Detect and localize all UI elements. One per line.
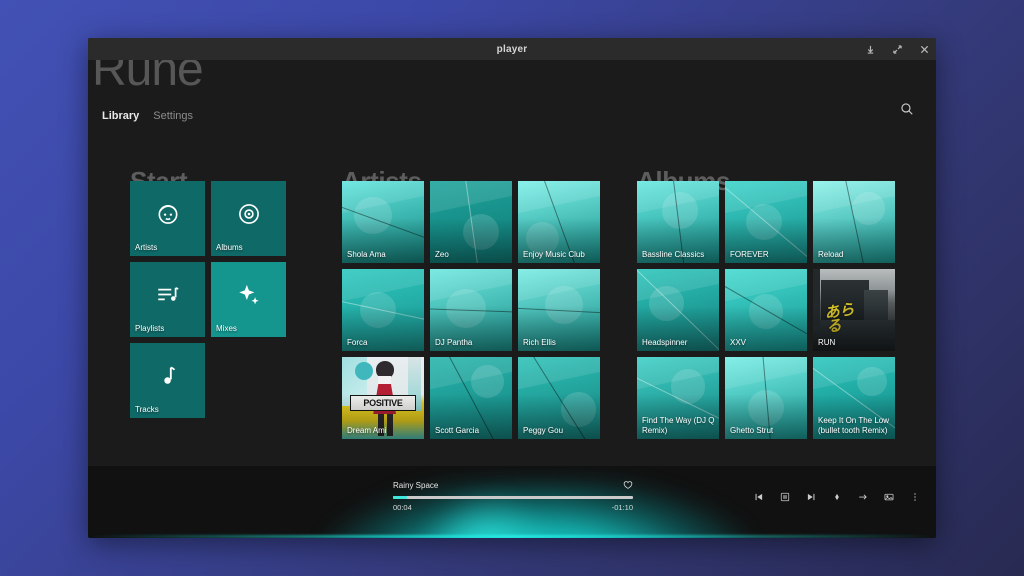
visualizer-edge: [88, 535, 936, 538]
start-tile-artists[interactable]: Artists: [130, 181, 205, 256]
more-vertical-icon[interactable]: [908, 490, 922, 504]
tile-label: Keep It On The Low (bullet tooth Remix): [818, 416, 890, 435]
progress-bar-fill: [393, 496, 408, 499]
player-bar: Rainy Space 00:04 -01:10: [88, 466, 936, 538]
album-tile[interactable]: Headspinner: [637, 269, 719, 351]
start-tile-grid: Artists Albums Playlists Mixes Tracks: [130, 181, 286, 418]
album-tile[interactable]: あらるRUN: [813, 269, 895, 351]
app-content: Rune Library Settings Start ArtistsAlbum…: [88, 60, 936, 466]
artist-tile[interactable]: Peggy Gou: [518, 357, 600, 439]
album-tile[interactable]: XXV: [725, 269, 807, 351]
tile-label: Mixes: [216, 323, 237, 333]
tile-label: Albums: [216, 242, 243, 252]
window-titlebar[interactable]: player: [88, 38, 936, 60]
artist-tile[interactable]: Rich Ellis: [518, 269, 600, 351]
elapsed-time: 00:04: [393, 503, 412, 512]
tile-label: Scott Garcia: [435, 425, 480, 435]
artists-tile-grid: Shola Ama Zeo Enjoy Music Club Forca DJ Pant…: [342, 181, 600, 439]
section-start: Start ArtistsAlbumsPlaylistsMixesTracks: [106, 168, 318, 466]
artist-tile[interactable]: Forca: [342, 269, 424, 351]
tile-label: Ghetto Strut: [730, 425, 774, 435]
start-tile-albums[interactable]: Albums: [211, 181, 286, 256]
album-tile[interactable]: Find The Way (DJ Q Remix): [637, 357, 719, 439]
album-tile[interactable]: Reload: [813, 181, 895, 263]
app-brand-logo: Rune: [92, 60, 204, 96]
minimize-button[interactable]: [864, 43, 876, 55]
tile-label: Forca: [347, 337, 368, 347]
nav-item-settings[interactable]: Settings: [153, 110, 193, 122]
playlist-icon: [130, 262, 205, 327]
tile-label: DJ Pantha: [435, 337, 473, 347]
tile-label: Reload: [818, 249, 844, 259]
pause-icon[interactable]: [778, 490, 792, 504]
artist-tile[interactable]: Shola Ama: [342, 181, 424, 263]
now-playing: Rainy Space 00:04 -01:10: [393, 480, 633, 512]
progress-bar[interactable]: [393, 496, 633, 499]
tile-label: Artists: [135, 242, 158, 252]
close-button[interactable]: [918, 43, 930, 55]
tile-label: Bassline Classics: [642, 249, 705, 259]
start-tile-tracks[interactable]: Tracks: [130, 343, 205, 418]
tile-label: Headspinner: [642, 337, 688, 347]
tile-label: RUN: [818, 337, 836, 347]
remaining-time: -01:10: [611, 503, 633, 512]
sparkle-icon: [211, 262, 286, 327]
arrow-right-icon[interactable]: [856, 490, 870, 504]
section-albums: Albums Bassline ClassicsFOREVERReloadHea…: [613, 168, 913, 466]
artist-tile[interactable]: Enjoy Music Club: [518, 181, 600, 263]
section-artists: Artists Shola AmaZeoEnjoy Music ClubForc…: [318, 168, 613, 466]
tile-label: Zeo: [435, 249, 449, 259]
tile-label: Dream Ami: [347, 425, 387, 435]
album-tile[interactable]: FOREVER: [725, 181, 807, 263]
skip-next-icon[interactable]: [804, 490, 818, 504]
albums-tile-grid: Bassline Classics FOREVER Reload Headspinne…: [637, 181, 895, 439]
shuffle-icon[interactable]: [830, 490, 844, 504]
transport-controls: [752, 490, 922, 504]
start-tile-playlists[interactable]: Playlists: [130, 262, 205, 337]
window-title: player: [496, 43, 528, 55]
tile-label: Shola Ama: [347, 249, 386, 259]
tile-label: Playlists: [135, 323, 165, 333]
tile-label: Tracks: [135, 404, 159, 414]
library-columns: Start ArtistsAlbumsPlaylistsMixesTracks …: [88, 168, 936, 466]
image-icon[interactable]: [882, 490, 896, 504]
album-tile[interactable]: Keep It On The Low (bullet tooth Remix): [813, 357, 895, 439]
note-icon: [130, 343, 205, 408]
track-title: Rainy Space: [393, 480, 439, 490]
artist-tile[interactable]: DJ Pantha: [430, 269, 512, 351]
artist-tile[interactable]: Zeo: [430, 181, 512, 263]
face-icon: [130, 181, 205, 246]
tile-label: Find The Way (DJ Q Remix): [642, 416, 715, 435]
start-tile-mixes[interactable]: Mixes: [211, 262, 286, 337]
tile-label: Enjoy Music Club: [523, 249, 585, 259]
skip-previous-icon[interactable]: [752, 490, 766, 504]
tile-label: Rich Ellis: [523, 337, 556, 347]
search-icon[interactable]: [896, 98, 918, 120]
album-tile[interactable]: Bassline Classics: [637, 181, 719, 263]
tile-label: XXV: [730, 337, 747, 347]
maximize-button[interactable]: [891, 43, 903, 55]
window-controls: [864, 38, 930, 60]
heart-icon[interactable]: [623, 480, 633, 490]
disc-icon: [211, 181, 286, 246]
tile-label: Peggy Gou: [523, 425, 564, 435]
tile-label: FOREVER: [730, 249, 769, 259]
player-window: player Rune Library Settings Artists Alb…: [88, 38, 936, 538]
album-tile[interactable]: Ghetto Strut: [725, 357, 807, 439]
artist-tile[interactable]: POSITIVEDream Ami: [342, 357, 424, 439]
main-nav: Library Settings: [102, 110, 193, 122]
nav-item-library[interactable]: Library: [102, 110, 139, 122]
artist-tile[interactable]: Scott Garcia: [430, 357, 512, 439]
